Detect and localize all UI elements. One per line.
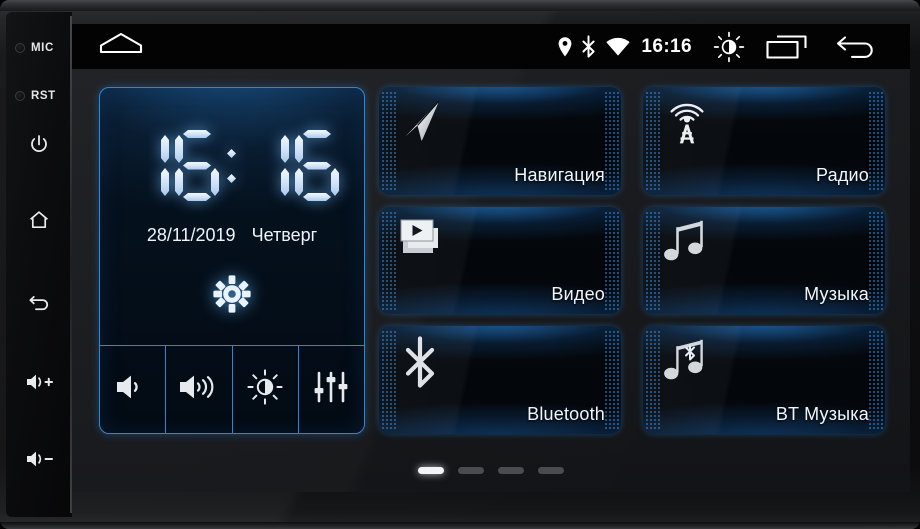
wifi-icon: [605, 37, 631, 57]
tile-navigation[interactable]: Навигация: [379, 87, 621, 195]
clock-control-strip: [100, 345, 364, 433]
brightness-button[interactable]: [233, 346, 299, 433]
bluetooth-icon: [581, 35, 596, 58]
tile-video[interactable]: Видео: [379, 206, 621, 315]
page-indicator: [72, 467, 910, 474]
app-tile-grid: Навигация Радио Видео Музыка Bluetooth B…: [379, 87, 885, 434]
clock-face: 28/11/2019 Четверг: [100, 88, 364, 346]
power-icon: [27, 133, 51, 162]
mic-label: MIC: [31, 42, 54, 54]
weekday-label: Четверг: [251, 225, 318, 245]
recents-icon[interactable]: [764, 32, 810, 62]
tile-label: Видео: [551, 284, 605, 305]
reset-indicator[interactable]: RST: [6, 90, 72, 102]
status-bar: 16:16: [72, 24, 910, 69]
back-icon: [27, 288, 52, 318]
tile-bluetooth[interactable]: Bluetooth: [379, 326, 621, 434]
equalizer-button[interactable]: [299, 346, 364, 433]
radio-tower-icon: [661, 96, 869, 150]
equalizer-icon: [312, 370, 350, 409]
gear-icon: [210, 275, 254, 320]
volume-up-button[interactable]: [6, 367, 72, 401]
power-button[interactable]: [6, 130, 72, 164]
volume-up-icon: [24, 371, 54, 398]
page-dot[interactable]: [498, 467, 524, 474]
volume-high-icon: [176, 371, 222, 408]
page-dot[interactable]: [418, 467, 444, 474]
volume-high-button[interactable]: [166, 346, 233, 433]
home-button[interactable]: [6, 205, 72, 239]
brightness-icon[interactable]: [712, 30, 746, 64]
home-screen: 28/11/2019 Четверг Навигация Радио Видео…: [72, 69, 910, 492]
tile-label: Bluetooth: [527, 403, 605, 424]
statusbar-clock: 16:16: [641, 35, 692, 57]
clock-digit: [175, 130, 219, 201]
navigation-arrow-icon: [397, 96, 605, 150]
clock-widget[interactable]: 28/11/2019 Четверг: [99, 87, 365, 434]
date-label: 28/11/2019: [146, 225, 236, 245]
touchscreen: 16:16 28/11/2019 Четверг Навигация Радио…: [72, 24, 910, 492]
rst-led-icon: [15, 91, 25, 101]
clock-colon: [224, 130, 240, 201]
home-icon: [98, 30, 144, 63]
home-icon: [27, 208, 51, 237]
tile-label: Навигация: [514, 164, 605, 185]
bluetooth-music-icon: [661, 335, 869, 389]
tile-bt-music[interactable]: BT Музыка: [643, 326, 885, 434]
hardware-button-rail: MIC RST: [6, 12, 72, 517]
video-icon: [397, 216, 605, 270]
mic-led-icon: [15, 43, 25, 53]
date-row: 28/11/2019 Четверг: [147, 225, 317, 246]
volume-low-icon: [112, 371, 154, 408]
volume-low-button[interactable]: [100, 346, 167, 433]
clock-digit: [125, 130, 169, 201]
page-dot[interactable]: [538, 467, 564, 474]
volume-down-button[interactable]: [6, 444, 72, 478]
brightness-icon: [245, 367, 285, 412]
volume-down-icon: [24, 448, 54, 475]
back-button[interactable]: [6, 286, 72, 320]
bluetooth-icon: [397, 335, 605, 389]
statusbar-right-group: 16:16: [557, 24, 910, 69]
statusbar-home-button[interactable]: [98, 30, 144, 63]
clock-digit: [295, 130, 339, 201]
tile-music[interactable]: Музыка: [643, 206, 885, 315]
tile-label: Радио: [816, 164, 869, 185]
tile-label: BT Музыка: [775, 403, 869, 424]
tile-label: Музыка: [804, 284, 869, 305]
rst-label: RST: [31, 90, 56, 102]
head-unit-device: MIC RST 16:16 28/11/2019 Четверг Навигац…: [0, 0, 920, 529]
tile-radio[interactable]: Радио: [643, 87, 885, 195]
mic-indicator: MIC: [6, 42, 72, 54]
clock-digit: [245, 130, 289, 201]
location-icon: [557, 36, 573, 58]
digital-clock: [122, 130, 342, 201]
music-note-icon: [661, 216, 869, 270]
settings-button[interactable]: [210, 272, 254, 321]
back-icon[interactable]: [834, 32, 880, 62]
page-dot[interactable]: [458, 467, 484, 474]
